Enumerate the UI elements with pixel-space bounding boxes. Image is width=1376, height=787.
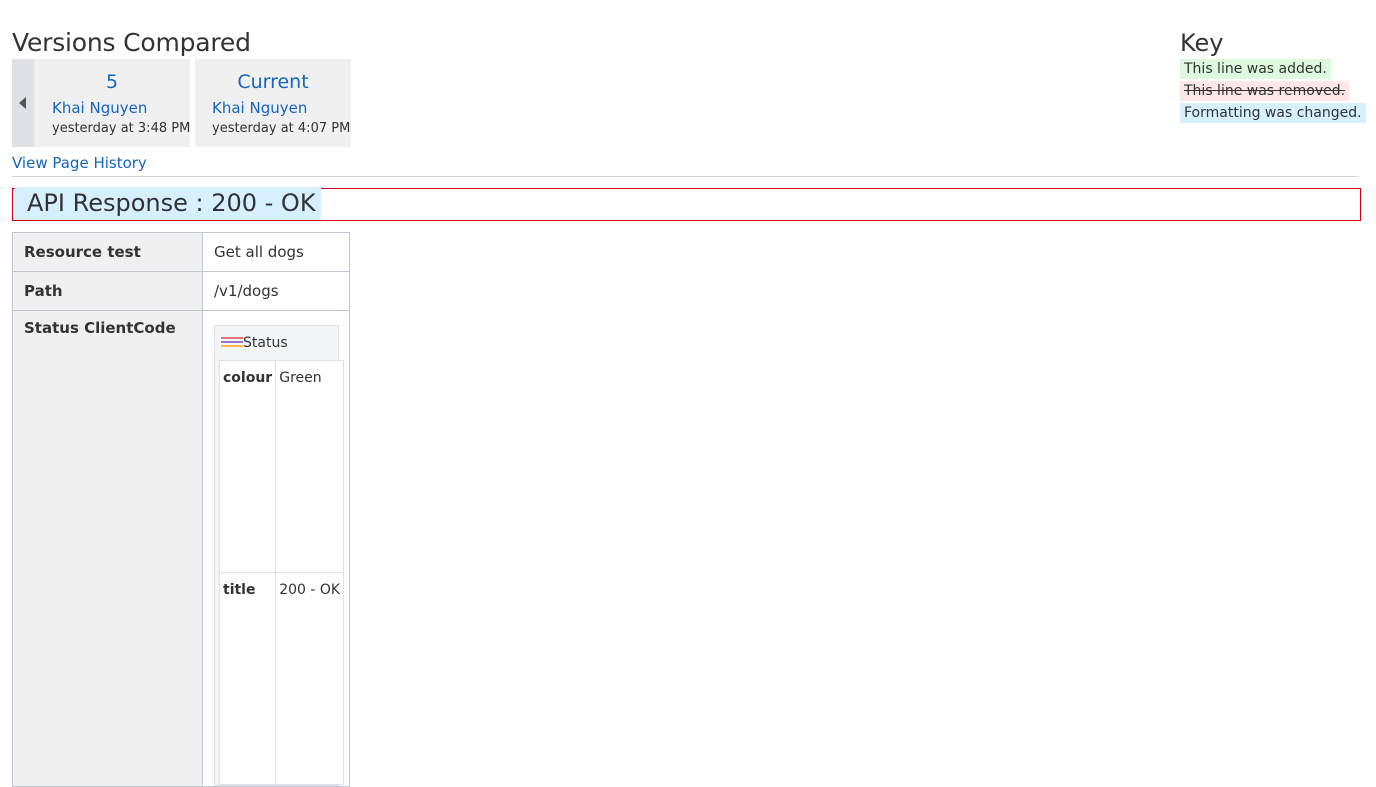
key-removed-line: This line was removed. [1180,81,1350,101]
previous-version-button[interactable] [12,59,34,147]
view-page-history-link[interactable]: View Page History [12,154,147,172]
table-header-cell: Resource test [12,232,203,272]
divider [12,176,1358,177]
property-value: 200 - OK [275,572,345,785]
table-cell: /v1/dogs [202,271,350,311]
status-panel-title: Status [215,326,338,360]
version-card-current: Current Khai Nguyen yesterday at 4:07 PM [195,59,351,147]
key-added-line: This line was added. [1180,59,1331,79]
table-row: title 200 - OK [218,572,345,785]
version-number-link[interactable]: 5 [34,71,190,93]
key-changed-line: Formatting was changed. [1180,103,1366,123]
table-header-cell: Path [12,271,203,311]
page-heading: API Response : 200 - OK [15,187,321,220]
chevron-left-icon [19,97,26,109]
version-author-link[interactable]: Khai Nguyen [52,99,147,117]
list-lines-icon [221,337,243,348]
versions-compared-title: Versions Compared [12,28,251,57]
version-date: yesterday at 3:48 PM [52,121,191,136]
version-number-link[interactable]: Current [195,71,351,93]
version-author-link[interactable]: Khai Nguyen [212,99,307,117]
table-row: Status ClientCode Status colour Green ti… [12,310,350,787]
heading-block: API Response : 200 - OK [12,187,1361,221]
key-title: Key [1180,29,1224,57]
status-panel-label: Status [243,335,288,351]
status-properties-table: colour Green title 200 - OK [218,360,345,785]
table-cell: Status colour Green title 200 - OK [202,310,350,787]
status-panel: Status colour Green title 200 - OK [214,325,345,786]
property-value: Green [275,360,345,573]
api-details-table: Resource test Get all dogs Path /v1/dogs… [12,232,350,787]
property-key: title [218,572,277,785]
table-row: colour Green [218,360,345,573]
table-cell: Get all dogs [202,232,350,272]
table-row: Resource test Get all dogs [12,232,350,272]
table-row: Path /v1/dogs [12,271,350,311]
table-header-cell: Status ClientCode [12,310,203,787]
versions-strip: 5 Khai Nguyen yesterday at 3:48 PM Curre… [12,59,351,147]
property-key: colour [218,360,277,573]
version-date: yesterday at 4:07 PM [212,121,351,136]
version-card-5: 5 Khai Nguyen yesterday at 3:48 PM [34,59,190,147]
